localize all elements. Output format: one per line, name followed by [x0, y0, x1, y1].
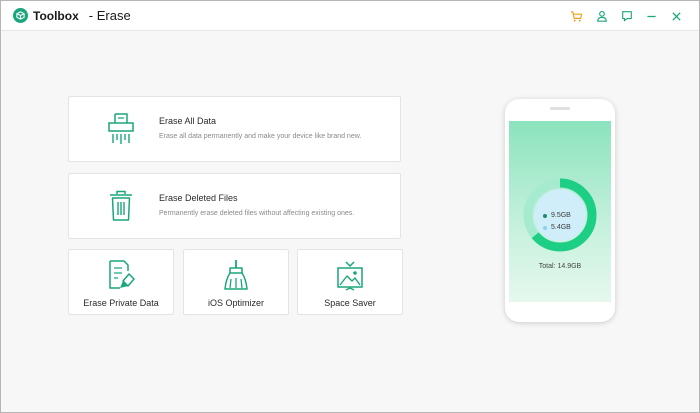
device-preview: 9.5GB 5.4GB Total: 14.9GB — [505, 99, 615, 322]
user-icon[interactable] — [589, 1, 614, 31]
erase-deleted-files-title: Erase Deleted Files — [159, 193, 238, 203]
device-screen: 9.5GB 5.4GB Total: 14.9GB — [509, 121, 611, 302]
module-title: - Erase — [88, 8, 131, 23]
toolbox-logo-icon — [13, 8, 28, 23]
brand: Toolbox — [13, 8, 79, 23]
title-bar: Toolbox - Erase — [1, 1, 699, 31]
shredder-icon — [107, 113, 135, 150]
phone-speaker — [550, 107, 570, 110]
used-legend-dot — [543, 213, 547, 218]
erase-deleted-files-description: Permanently erase deleted files without … — [159, 210, 355, 217]
app-window: Toolbox - Erase Erase All Data Erase all… — [0, 0, 700, 413]
storage-used-value: 9.5GB — [551, 212, 571, 219]
storage-free-legend: 5.4GB — [543, 224, 571, 231]
brand-name: Toolbox — [33, 8, 79, 23]
erase-all-data-title: Erase All Data — [159, 116, 217, 126]
trash-icon — [107, 190, 135, 227]
space-saver-label: Space Saver — [324, 298, 376, 308]
storage-total: Total: 14.9GB — [538, 263, 582, 270]
space-saver-card[interactable]: Space Saver — [297, 249, 403, 315]
ios-optimizer-label: iOS Optimizer — [207, 298, 264, 308]
image-compress-icon — [335, 259, 365, 296]
broom-icon — [221, 259, 251, 296]
erase-deleted-files-card[interactable]: Erase Deleted Files Permanently erase de… — [68, 173, 401, 239]
cart-icon[interactable] — [564, 1, 589, 31]
ios-optimizer-card[interactable]: iOS Optimizer — [183, 249, 289, 315]
free-legend-dot — [543, 225, 547, 230]
minimize-icon[interactable] — [639, 1, 664, 31]
close-icon[interactable] — [664, 1, 689, 31]
storage-free-value: 5.4GB — [551, 224, 571, 231]
erase-private-data-card[interactable]: Erase Private Data — [68, 249, 174, 315]
window-controls — [564, 1, 689, 31]
erase-all-data-description: Erase all data permanently and make your… — [159, 133, 362, 140]
storage-used-legend: 9.5GB — [543, 212, 571, 219]
erase-private-data-label: Erase Private Data — [83, 298, 159, 308]
private-document-icon — [106, 259, 136, 296]
feedback-icon[interactable] — [614, 1, 639, 31]
erase-all-data-card[interactable]: Erase All Data Erase all data permanentl… — [68, 96, 401, 162]
